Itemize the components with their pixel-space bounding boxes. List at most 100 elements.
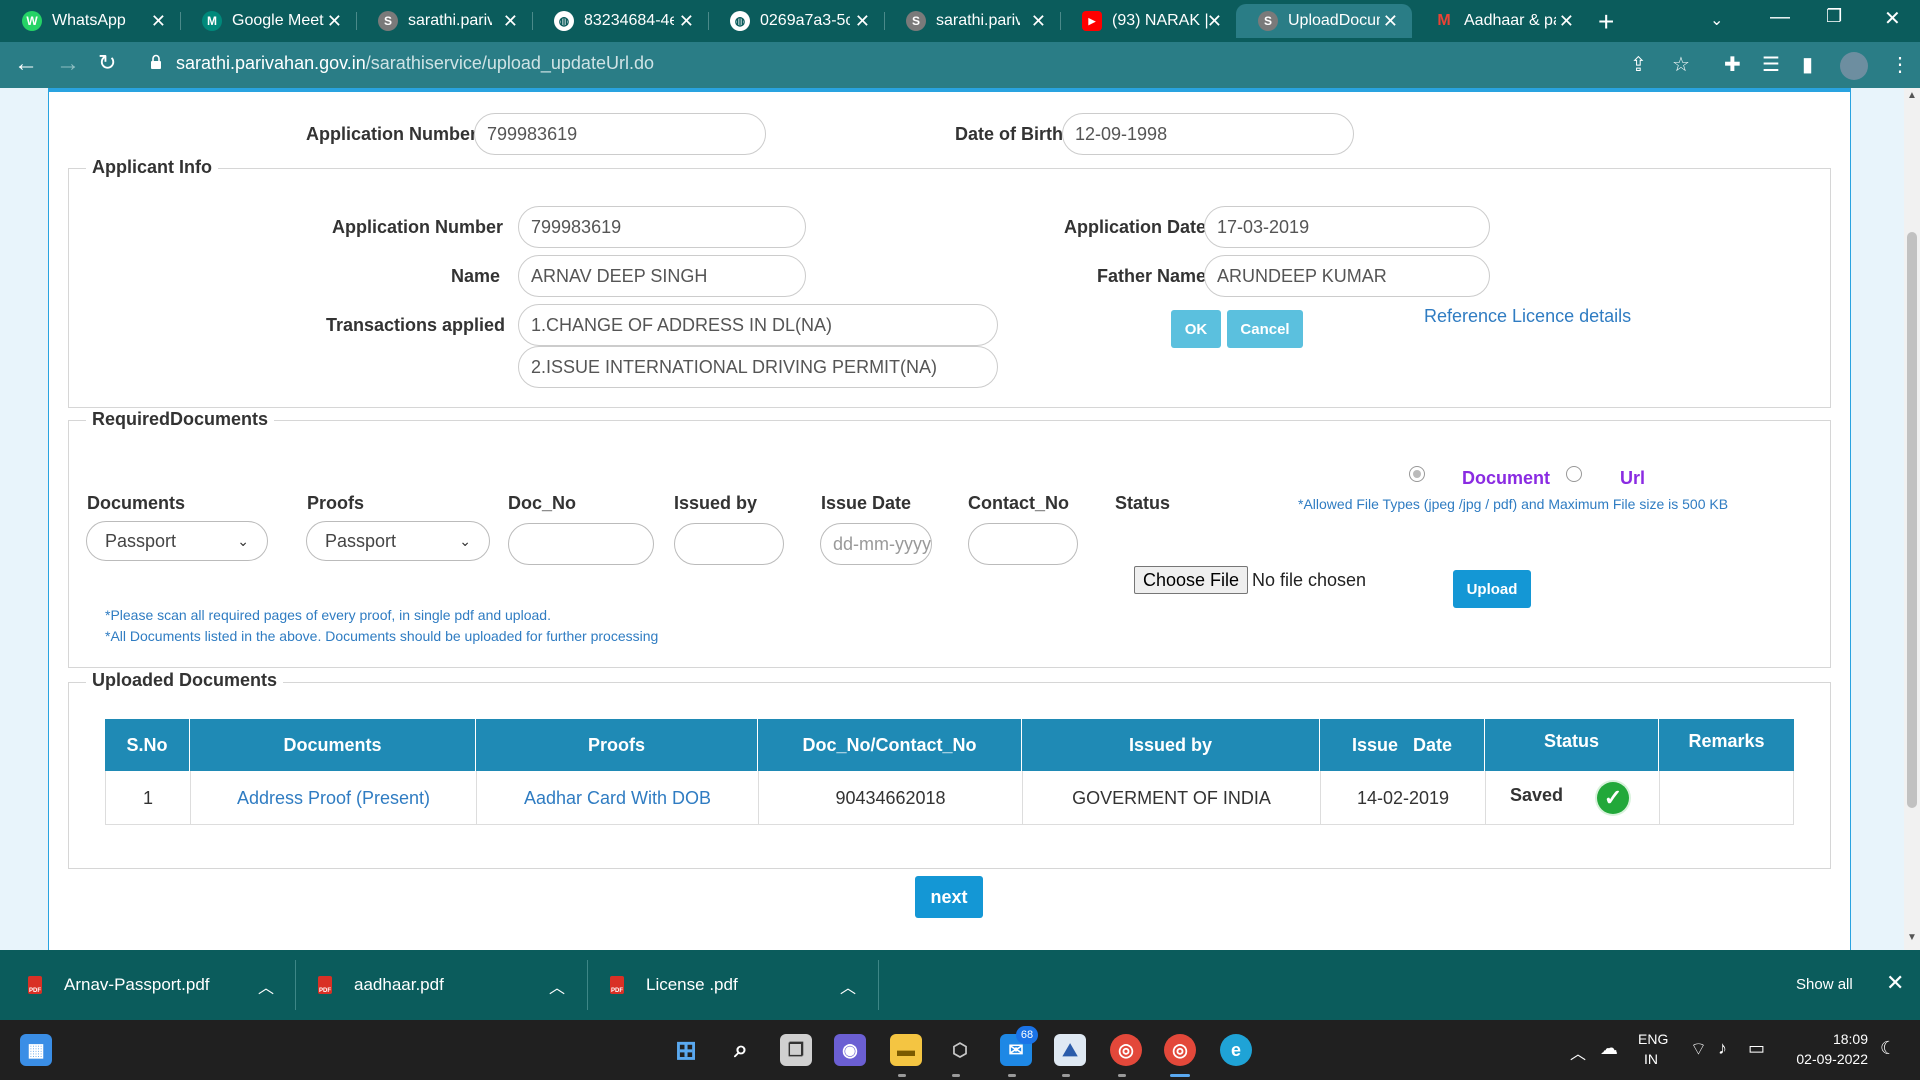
app-number-field[interactable]: 799983619 (518, 206, 806, 248)
url-field[interactable]: sarathi.parivahan.gov.in/sarathiservice/… (176, 53, 654, 74)
forward-icon[interactable]: → (56, 50, 80, 78)
mail-badge: 68 (1016, 1026, 1038, 1044)
doc-no-input[interactable] (508, 523, 654, 565)
cancel-button[interactable]: Cancel (1227, 310, 1303, 348)
ok-button[interactable]: OK (1171, 310, 1221, 348)
file-explorer-icon[interactable]: ▬ (890, 1034, 922, 1066)
close-icon[interactable]: ✕ (151, 11, 166, 32)
top-dob-field[interactable]: 12-09-1998 (1062, 113, 1354, 155)
globe-icon: ◍ (554, 11, 574, 31)
close-icon[interactable]: ✕ (679, 11, 694, 32)
downloads-bar: PDF Arnav-Passport.pdf ︿ PDF aadhaar.pdf… (0, 950, 1920, 1020)
extensions-icon[interactable]: ✚ (1724, 52, 1741, 77)
close-downloads-icon[interactable]: ✕ (1886, 970, 1904, 996)
media-control-icon[interactable]: ☰ (1762, 52, 1780, 77)
documents-select[interactable]: Passport ⌄ (86, 521, 268, 561)
download-item[interactable]: PDF aadhaar.pdf (318, 950, 444, 1020)
menu-icon[interactable]: ⋮ (1890, 52, 1910, 77)
proof-link[interactable]: Aadhar Card With DOB (477, 771, 759, 825)
app-icon[interactable]: ⬡ (944, 1034, 976, 1066)
download-item[interactable]: PDF License .pdf (610, 950, 738, 1020)
chevron-up-icon[interactable]: ︿ (1570, 1040, 1586, 1064)
chrome-icon[interactable]: ◎ (1110, 1034, 1142, 1066)
emblem-icon: S (378, 11, 398, 31)
search-icon[interactable]: ⌕ (725, 1034, 757, 1066)
close-icon[interactable]: ✕ (503, 11, 518, 32)
share-icon[interactable]: ⇪ (1630, 52, 1647, 77)
scroll-down-icon[interactable]: ▼ (1907, 932, 1917, 943)
battery-icon[interactable]: ▭ (1748, 1038, 1765, 1059)
tab-youtube[interactable]: ▶ (93) NARAK | S ✕ (1060, 4, 1236, 38)
volume-icon[interactable]: ♪ (1718, 1038, 1727, 1059)
reference-licence-link[interactable]: Reference Licence details (1424, 306, 1631, 327)
language-indicator[interactable]: ENG IN (1638, 1031, 1668, 1067)
url-radio[interactable] (1566, 466, 1582, 482)
page-scrollbar[interactable]: ▲ ▼ (1904, 88, 1920, 950)
chevron-up-icon[interactable]: ︿ (549, 974, 565, 998)
reload-icon[interactable]: ↻ (98, 50, 116, 76)
chrome-active-icon[interactable]: ◎ (1164, 1034, 1196, 1066)
tab-whatsapp[interactable]: W WhatsApp ✕ (0, 4, 180, 38)
minimize-icon[interactable]: — (1770, 6, 1790, 29)
photos-icon[interactable]: ⛰ (1054, 1034, 1086, 1066)
remarks-cell (1660, 771, 1795, 825)
new-tab-button[interactable]: + (1598, 6, 1614, 38)
transaction-item[interactable]: 2.ISSUE INTERNATIONAL DRIVING PERMIT(NA) (518, 346, 998, 388)
chevron-up-icon[interactable]: ︿ (258, 974, 274, 998)
tab-sarathi-2[interactable]: S sarathi.parivah ✕ (884, 4, 1060, 38)
scroll-thumb[interactable] (1907, 232, 1917, 808)
issue-date-input[interactable]: dd-mm-yyyy (820, 523, 932, 565)
profile-avatar[interactable] (1840, 52, 1868, 80)
tab-gmail[interactable]: M Aadhaar & pa ✕ (1412, 4, 1588, 38)
upload-button[interactable]: Upload (1453, 570, 1531, 608)
task-view-icon[interactable]: ❐ (780, 1034, 812, 1066)
close-window-icon[interactable]: ✕ (1884, 6, 1901, 31)
close-icon[interactable]: ✕ (327, 11, 342, 32)
globe-icon: ◍ (730, 11, 750, 31)
issued-by-input[interactable] (674, 523, 784, 565)
show-all-button[interactable]: Show all (1796, 976, 1853, 993)
windows-start-icon[interactable]: ⊞ (670, 1034, 702, 1066)
cloud-icon[interactable]: ☁ (1600, 1038, 1618, 1059)
document-link[interactable]: Address Proof (Present) (191, 771, 477, 825)
address-bar: ← → ↻ sarathi.parivahan.gov.in/sarathise… (0, 42, 1920, 88)
chevron-up-icon[interactable]: ︿ (840, 974, 856, 998)
table-header-cell: S.No (105, 719, 190, 771)
widgets-icon[interactable]: ▦ (20, 1034, 52, 1066)
required-documents-legend: RequiredDocuments (86, 409, 275, 430)
table-header-cell: Proofs (476, 719, 758, 771)
url-radio-label: Url (1620, 468, 1646, 488)
app-date-field[interactable]: 17-03-2019 (1204, 206, 1490, 248)
contact-no-input[interactable] (968, 523, 1078, 565)
tab-sarathi-1[interactable]: S sarathi.parivah ✕ (356, 4, 532, 38)
side-panel-icon[interactable]: ▮ (1802, 52, 1813, 77)
proofs-select[interactable]: Passport ⌄ (306, 521, 490, 561)
tab-google-meet[interactable]: M Google Meet ✕ (180, 4, 356, 38)
close-icon[interactable]: ✕ (1031, 11, 1046, 32)
back-icon[interactable]: ← (14, 50, 38, 78)
close-icon[interactable]: ✕ (1207, 11, 1222, 32)
maximize-icon[interactable]: ❐ (1826, 6, 1842, 27)
notifications-icon[interactable]: ☾ (1880, 1038, 1896, 1059)
chat-icon[interactable]: ◉ (834, 1034, 866, 1066)
clock[interactable]: 18:09 02-09-2022 (1788, 1031, 1868, 1067)
bookmark-star-icon[interactable]: ☆ (1672, 52, 1690, 77)
top-app-number-field[interactable]: 799983619 (474, 113, 766, 155)
wifi-icon[interactable]: ⌔ (1690, 1038, 1707, 1061)
name-field[interactable]: ARNAV DEEP SINGH (518, 255, 806, 297)
download-item[interactable]: PDF Arnav-Passport.pdf (28, 950, 210, 1020)
document-radio[interactable] (1409, 466, 1425, 482)
scroll-up-icon[interactable]: ▲ (1907, 90, 1917, 101)
tab-search-icon[interactable]: ⌄ (1710, 10, 1723, 30)
tab-upload-documents[interactable]: S UploadDocum ✕ (1236, 4, 1412, 38)
transaction-item[interactable]: 1.CHANGE OF ADDRESS IN DL(NA) (518, 304, 998, 346)
tab-file-2[interactable]: ◍ 0269a7a3-5cb ✕ (708, 4, 884, 38)
close-icon[interactable]: ✕ (1383, 11, 1398, 32)
close-icon[interactable]: ✕ (855, 11, 870, 32)
tab-file-1[interactable]: ◍ 83234684-4e6 ✕ (532, 4, 708, 38)
close-icon[interactable]: ✕ (1559, 11, 1574, 32)
choose-file-button[interactable]: Choose File (1134, 566, 1249, 594)
edge-icon[interactable]: e (1220, 1034, 1252, 1066)
father-name-field[interactable]: ARUNDEEP KUMAR (1204, 255, 1490, 297)
next-button[interactable]: next (915, 876, 983, 918)
